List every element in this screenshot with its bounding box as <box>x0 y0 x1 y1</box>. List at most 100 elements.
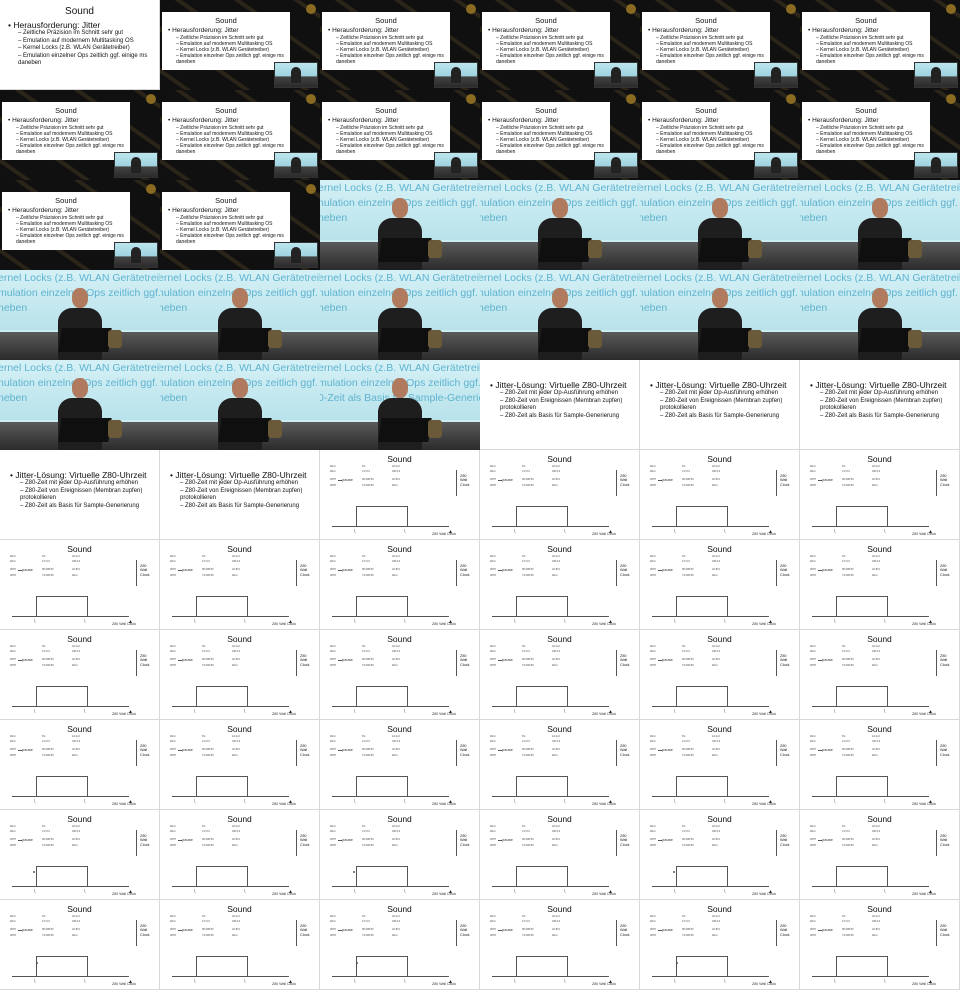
frame-tile[interactable]: Sound Wert Tst LD A,0 Wert 0 0 0 0 OR 0,0 0075 0… <box>640 900 800 990</box>
slide: Sound • Herausforderung: Jitter – Zeitlich… <box>802 102 930 160</box>
frame-tile[interactable]: Sound • Herausforderung: Jitter – Zeitlich… <box>0 180 160 270</box>
row-col3: Wert <box>552 574 558 577</box>
frame-tile[interactable]: ernel Locks (z.B. WLAN Gerätetreiber)nul… <box>800 180 960 270</box>
frame-tile[interactable]: Sound Wert Tst LD A,0 Wert 0 0 0 0 OR 0,0 0075 0… <box>640 810 800 900</box>
bullet-heading: • Herausforderung: Jitter <box>488 117 559 124</box>
frame-tile[interactable]: Sound Wert Tst LD A,0 Wert 0 0 0 0 OR 0,0 0075 0… <box>640 720 800 810</box>
frame-tile[interactable]: Sound • Herausforderung: Jitter – Zeitlich… <box>480 90 640 180</box>
frame-tile[interactable]: ernel Locks (z.B. WLAN Gerätetreiber)mul… <box>320 360 480 450</box>
frame-tile[interactable]: ernel Locks (z.B. WLAN Gerätetreiber)nul… <box>160 270 320 360</box>
row-label: Wert <box>490 830 496 833</box>
pause-label: pause <box>822 927 833 932</box>
row-col3: LD A,0 <box>392 915 400 918</box>
pause-line <box>658 660 662 661</box>
row-col3: Wert <box>392 574 398 577</box>
frame-tile[interactable]: Sound Wert Tst LD A,0 Wert 0 0 0 0 OR 0,0 0075 0… <box>480 810 640 900</box>
frame-tile[interactable]: Sound Wert Tst LD A,0 Wert 0 0 0 0 OR 0,0 0075 0… <box>0 900 160 990</box>
frame-tile[interactable]: Sound Wert Tst LD A,0 Wert 0 0 0 0 OR 0,0 0075 0… <box>160 810 320 900</box>
row-col2: 00 008 50 <box>842 928 854 931</box>
frame-tile[interactable]: ernel Locks (z.B. WLAN Gerätetreiber)nul… <box>320 180 480 270</box>
frame-tile[interactable]: Sound Wert Tst LD A,0 Wert 0 0 0 0 OR 0,0 0075 0… <box>800 540 960 630</box>
clock-word: Clock <box>460 752 470 757</box>
bullet-sub: – Emulation einzelner Ops zeitlich ggf. … <box>16 143 124 155</box>
frame-tile[interactable]: Sound Wert Tst LD A,0 Wert 0 0 0 0 OR 0,0 0075 0… <box>800 630 960 720</box>
frame-tile[interactable]: Sound Wert Tst LD A,0 Wert 0 0 0 0 OR 0,0 0075 0… <box>800 810 960 900</box>
frame-tile[interactable]: Sound Wert Tst LD A,0 Wert 0 0 0 0 OR 0,0 0075 0… <box>160 900 320 990</box>
pause-label: pause <box>342 477 353 482</box>
row-label: Wert <box>650 645 656 648</box>
frame-tile[interactable]: Sound • Herausforderung: Jitter – Zeitlich… <box>0 0 160 90</box>
frame-tile[interactable]: Sound Wert Tst LD A,0 Wert 0 0 0 0 OR 0,0 0075 0… <box>0 630 160 720</box>
row-label: Wert <box>170 735 176 738</box>
frame-tile[interactable]: Sound Wert Tst LD A,0 Wert 0 0 0 0 OR 0,0 0075 0… <box>800 900 960 990</box>
frame-tile[interactable]: Sound Wert Tst LD A,0 Wert 0 0 0 0 OR 0,0 0075 0… <box>0 720 160 810</box>
square-pulse <box>516 506 568 527</box>
frame-tile[interactable]: Sound Wert Tst LD A,0 Wert 0 0 0 0 OR 0,0 0075 0… <box>160 720 320 810</box>
frame-tile[interactable]: ernel Locks (z.B. WLAN Gerätetreiber)mul… <box>0 270 160 360</box>
frame-tile[interactable]: Sound • Herausforderung: Jitter – Zeitlich… <box>160 180 320 270</box>
row-col2: Tst <box>522 555 526 558</box>
frame-tile[interactable]: • Jitter-Lösung: Virtuelle Z80-Uhrzeit – … <box>800 360 960 450</box>
frame-tile[interactable]: Sound Wert Tst LD A,0 Wert 0 0 0 0 OR 0,0 0075 0… <box>480 720 640 810</box>
frame-tile[interactable]: Sound • Herausforderung: Jitter – Zeitlich… <box>160 90 320 180</box>
frame-tile[interactable]: Sound Wert Tst LD A,0 Wert 0 0 0 0 OR 0,0 0075 0… <box>320 720 480 810</box>
frame-tile[interactable]: • Jitter-Lösung: Virtuelle Z80-Uhrzeit – … <box>480 360 640 450</box>
frame-tile[interactable]: Sound Wert Tst LD A,0 Wert 0 0 0 0 OR 0,0 0075 0… <box>480 900 640 990</box>
frame-tile[interactable]: Sound Wert Tst LD A,0 Wert 0 0 0 0 OR 0,0 0075 0… <box>320 630 480 720</box>
frame-tile[interactable]: Sound Wert Tst LD A,0 Wert 0 0 0 0 OR 0,0 0075 0… <box>320 540 480 630</box>
frame-tile[interactable]: ernel Locks (z.B. WLAN Gerätetreiber)nul… <box>0 360 160 450</box>
frame-tile[interactable]: Sound • Herausforderung: Jitter – Zeitlich… <box>800 90 960 180</box>
frame-tile[interactable]: ernel Locks (z.B. WLAN Gerätetreiber)nul… <box>640 270 800 360</box>
frame-tile[interactable]: Sound Wert Tst LD A,0 Wert 0 0 0 0 OR 0,0 0075 0… <box>640 630 800 720</box>
frame-tile[interactable]: Sound Wert Tst LD A,0 Wert 0 0 0 0 OR 0,0 0075 0… <box>480 630 640 720</box>
frame-tile[interactable]: Sound Wert Tst LD A,0 Wert 0 0 0 0 OR 0,0 0075 0… <box>320 450 480 540</box>
frame-tile[interactable]: ernel Locks (z.B. WLAN Gerätetreiber)nul… <box>480 180 640 270</box>
frame-tile[interactable]: Sound Wert Tst LD A,0 Wert 0 0 0 0 OR 0,0 0075 0… <box>160 630 320 720</box>
row-label: Wert <box>810 740 816 743</box>
speaker-inset <box>434 62 478 88</box>
frame-tile[interactable]: Sound • Herausforderung: Jitter – Zeitlich… <box>160 0 320 90</box>
overlay-line: neben <box>320 302 348 314</box>
frame-tile[interactable]: ernel Locks (z.B. WLAN Gerätetreiber)nul… <box>480 270 640 360</box>
frame-tile[interactable]: • Jitter-Lösung: Virtuelle Z80-Uhrzeit – … <box>640 360 800 450</box>
frame-tile[interactable]: Sound • Herausforderung: Jitter – Zeitlich… <box>640 90 800 180</box>
frame-tile[interactable]: Sound Wert Tst LD A,0 Wert 0 0 0 0 OR 0,0 0075 0… <box>640 450 800 540</box>
frame-tile[interactable]: Sound • Herausforderung: Jitter – Zeitlich… <box>800 0 960 90</box>
row-label: Wert <box>330 735 336 738</box>
row-col2: Tst <box>842 735 846 738</box>
row-col2: 00 008 50 <box>42 658 54 661</box>
frame-tile[interactable]: Sound • Herausforderung: Jitter – Zeitlich… <box>640 0 800 90</box>
frame-tile[interactable]: Sound Wert Tst LD A,0 Wert 0 0 0 0 OR 0,0 0075 0… <box>320 810 480 900</box>
frame-tile[interactable]: ernel Locks (z.B. WLAN Gerätetreiber)nul… <box>160 360 320 450</box>
row-label: 0075 <box>330 838 336 841</box>
frame-tile[interactable]: • Jitter-Lösung: Virtuelle Z80-Uhrzeit – … <box>160 450 320 540</box>
tick-mark: \ <box>834 889 836 895</box>
frame-tile[interactable]: Sound • Herausforderung: Jitter – Zeitlich… <box>320 90 480 180</box>
diagram: Sound Wert Tst LD A,0 Wert 0 0 0 0 OR 0,0 0075 0… <box>800 540 959 629</box>
slide-bullets: • Herausforderung: Jitter – Zeitliche Prä… <box>168 117 286 155</box>
square-pulse <box>356 776 408 797</box>
frame-tile[interactable]: Sound Wert Tst LD A,0 Wert 0 0 0 0 OR 0,0 0075 0… <box>480 540 640 630</box>
frame-tile[interactable]: ernel Locks (z.B. WLAN Gerätetreiber)nul… <box>800 270 960 360</box>
frame-tile[interactable]: Sound • Herausforderung: Jitter – Zeitlich… <box>0 90 160 180</box>
frame-tile[interactable]: Sound Wert Tst LD A,0 Wert 0 0 0 0 OR 0,0 0075 0… <box>0 540 160 630</box>
frame-tile[interactable]: Sound Wert Tst LD A,0 Wert 0 0 0 0 OR 0,0 0075 0… <box>320 900 480 990</box>
frame-tile[interactable]: Sound • Herausforderung: Jitter – Zeitlich… <box>480 0 640 90</box>
frame-tile[interactable]: ernel Locks (z.B. WLAN Gerätetreiber)nul… <box>320 270 480 360</box>
tick-mark: \ <box>404 529 406 535</box>
frame-tile[interactable]: Sound Wert Tst LD A,0 Wert 0 0 0 0 OR 0,0 0075 0… <box>800 720 960 810</box>
frame-tile[interactable]: Sound Wert Tst LD A,0 Wert 0 0 0 0 OR 0,0 0075 0… <box>800 450 960 540</box>
frame-tile[interactable]: Sound Wert Tst LD A,0 Wert 0 0 0 0 OR 0,0 0075 0… <box>160 540 320 630</box>
frame-tile[interactable]: Sound Wert Tst LD A,0 Wert 0 0 0 0 OR 0,0 0075 0… <box>480 450 640 540</box>
logo-icon <box>306 184 316 194</box>
frame-tile[interactable]: Sound • Herausforderung: Jitter – Zeitlich… <box>320 0 480 90</box>
row-label: 0078 <box>810 484 816 487</box>
frame-tile[interactable]: • Jitter-Lösung: Virtuelle Z80-Uhrzeit – … <box>0 450 160 540</box>
z80-wall-clock-label: Z80 Wall Clock <box>780 924 790 937</box>
square-pulse <box>516 776 568 797</box>
frame-tile[interactable]: ernel Locks (z.B. WLAN Gerätetreiber)nul… <box>640 180 800 270</box>
clock-word: Clock <box>620 932 630 937</box>
row-label: 0078 <box>650 844 656 847</box>
frame-tile[interactable]: Sound Wert Tst LD A,0 Wert 0 0 0 0 OR 0,0 0075 0… <box>0 810 160 900</box>
frame-tile[interactable]: Sound Wert Tst LD A,0 Wert 0 0 0 0 OR 0,0 0075 0… <box>640 540 800 630</box>
